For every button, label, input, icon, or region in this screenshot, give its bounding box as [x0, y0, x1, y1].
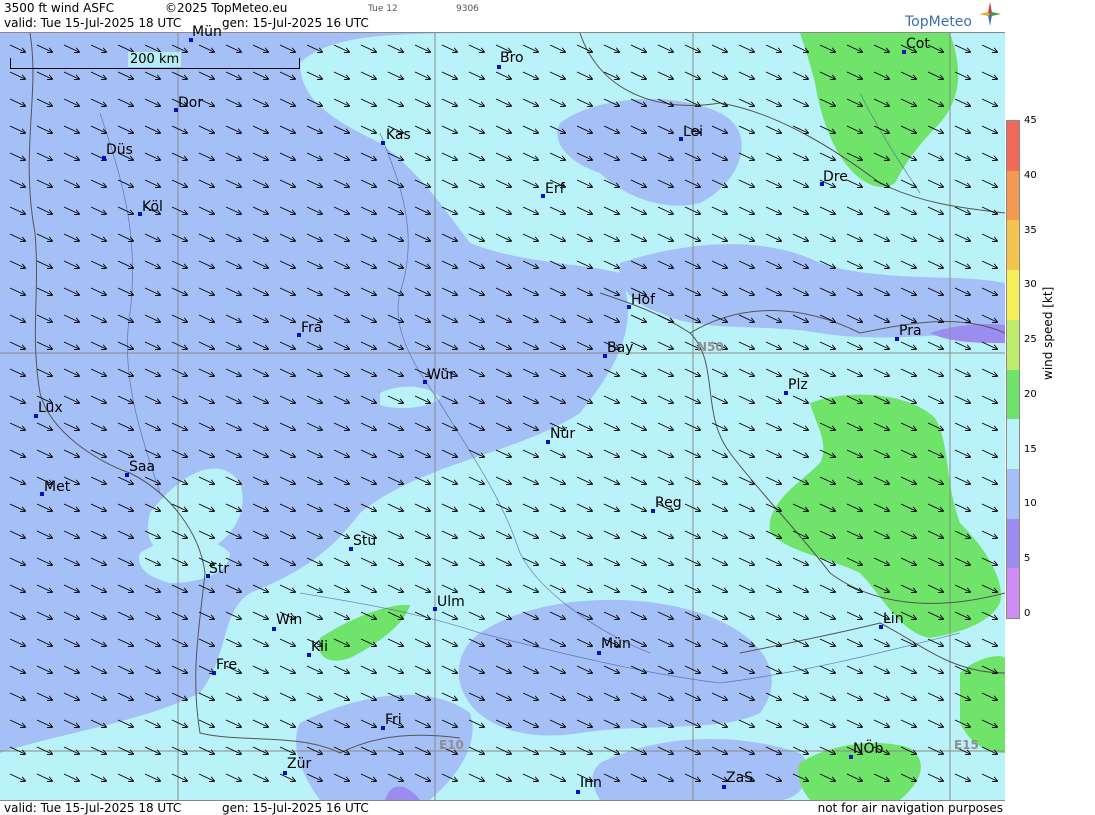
- city-label: ZaS: [726, 770, 754, 786]
- grid-label-n50: N50: [697, 340, 724, 354]
- city-label: Fra: [301, 320, 323, 336]
- city-label: Cot: [906, 36, 930, 52]
- copyright: ©2025 TopMeteo.eu: [165, 1, 288, 15]
- city-label: Pra: [899, 323, 922, 339]
- city-label: Hof: [631, 292, 656, 308]
- city-label: Erf: [545, 181, 565, 197]
- compass-icon: [979, 2, 1001, 26]
- logo-text: TopMeteo: [905, 14, 972, 30]
- legend-tick-label: 35: [1024, 224, 1037, 236]
- footer-disclaimer: not for air navigation purposes: [817, 801, 1003, 815]
- city-label: Kas: [386, 127, 411, 143]
- city-label: Met: [44, 479, 71, 495]
- city-label: Mün: [601, 636, 631, 652]
- valid-time: valid: Tue 15-Jul-2025 18 UTC: [4, 16, 182, 30]
- color-bar-segment: [1007, 419, 1019, 470]
- city-label: Düs: [106, 142, 133, 158]
- city-label: Inn: [580, 775, 602, 791]
- city-label: Köl: [142, 199, 163, 215]
- header-bar: 3500 ft wind ASFC ©2025 TopMeteo.eu Tue …: [0, 0, 1005, 33]
- city-label: Bay: [607, 340, 634, 356]
- legend-tick-label: 25: [1024, 334, 1037, 346]
- gen-time: gen: 15-Jul-2025 16 UTC: [222, 16, 369, 30]
- city-label: Wür: [427, 367, 455, 383]
- grid-label-e10: E10: [439, 738, 464, 752]
- city-label: Bro: [500, 50, 524, 66]
- product-title: 3500 ft wind ASFC: [4, 1, 115, 15]
- city-dot: [381, 141, 385, 145]
- color-bar-segment: [1007, 270, 1019, 321]
- city-label: Fri: [385, 712, 402, 728]
- wind-map: [0, 33, 1005, 800]
- color-bar-segment: [1007, 468, 1019, 519]
- color-bar-segment: [1007, 319, 1019, 370]
- city-label: Dre: [823, 169, 848, 185]
- legend-tick-label: 20: [1024, 388, 1037, 400]
- footer-gen: gen: 15-Jul-2025 16 UTC: [222, 801, 369, 815]
- color-bar-segment: [1007, 121, 1019, 171]
- city-label: Nür: [550, 426, 576, 442]
- city-label: Zür: [287, 756, 312, 772]
- city-label: Lei: [683, 124, 704, 140]
- city-label: Saa: [129, 459, 156, 475]
- topmeteo-logo: TopMeteo: [905, 2, 1001, 30]
- city-label: Str: [209, 561, 230, 577]
- city-label: Kli: [311, 639, 328, 655]
- color-bar-segment: [1007, 369, 1019, 420]
- legend-tick-label: 30: [1024, 279, 1037, 291]
- city-label: NÖb: [853, 741, 884, 757]
- city-label: Mün: [192, 24, 222, 40]
- header-small-1: Tue 12: [368, 4, 398, 14]
- city-label: Dor: [178, 95, 204, 111]
- grid-label-e15: E15: [954, 738, 979, 752]
- city-label: Fre: [216, 657, 238, 673]
- city-label: Plz: [788, 377, 808, 393]
- scale-label: 200 km: [128, 52, 182, 67]
- color-bar-segment: [1007, 170, 1019, 221]
- city-label: Reg: [655, 495, 682, 511]
- legend-tick-label: 5: [1024, 553, 1031, 565]
- city-label: Lin: [883, 611, 904, 627]
- city-label: Ulm: [437, 594, 465, 610]
- legend-tick-label: 40: [1024, 169, 1037, 181]
- city-label: Lux: [38, 400, 63, 416]
- header-small-2: 9306: [456, 4, 479, 14]
- legend-tick-label: 45: [1024, 115, 1037, 126]
- legend-tick-label: 15: [1024, 443, 1037, 455]
- color-bar: [1006, 120, 1020, 619]
- legend-title: wind speed [kt]: [1041, 286, 1055, 380]
- city-label: Win: [276, 612, 303, 628]
- footer-bar: valid: Tue 15-Jul-2025 18 UTC gen: 15-Ju…: [0, 800, 1005, 815]
- legend-tick-label: 10: [1024, 498, 1037, 510]
- city-label: Stu: [353, 533, 377, 549]
- color-bar-segment: [1007, 518, 1019, 569]
- legend-tick-label: 0: [1024, 608, 1031, 619]
- color-bar-segment: [1007, 220, 1019, 271]
- footer-valid: valid: Tue 15-Jul-2025 18 UTC: [4, 801, 182, 815]
- color-bar-segment: [1007, 568, 1019, 619]
